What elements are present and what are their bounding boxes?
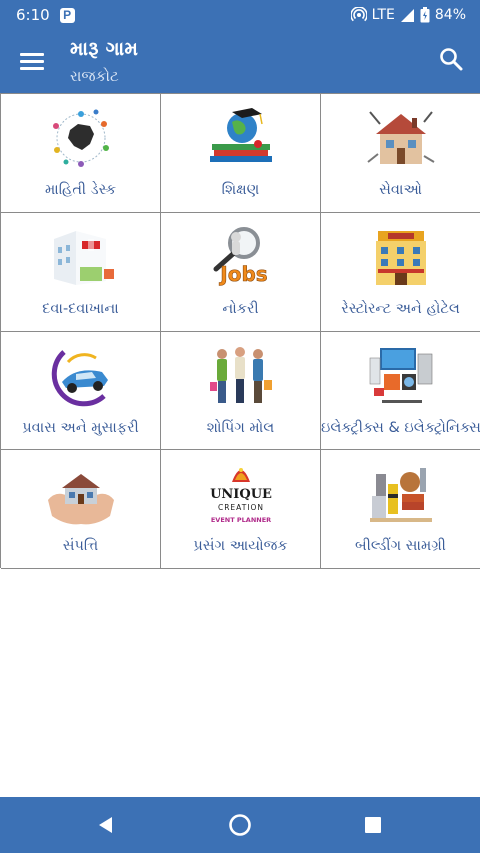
travel-icon <box>51 349 108 406</box>
electronics-icon <box>369 347 433 403</box>
category-label: નોકરી <box>222 300 259 317</box>
category-label: સેવાઓ <box>379 182 422 198</box>
recents-button[interactable] <box>361 813 385 837</box>
network-type: LTE <box>371 7 395 23</box>
jobs-logo-text: Jobs <box>218 262 267 286</box>
event-brand-line1: UNIQUE <box>210 487 272 502</box>
search-button[interactable] <box>438 46 464 72</box>
restaurant-hotel-icon <box>376 230 426 285</box>
building-material-icon <box>370 468 432 523</box>
jobs-icon: Jobs <box>213 226 268 286</box>
category-shopping-mall[interactable]: શોપિંગ મોલ <box>161 331 321 451</box>
hotspot-icon <box>350 7 367 22</box>
shopping-mall-icon <box>210 346 272 403</box>
category-event-planner[interactable]: UNIQUE CREATION EVENT PLANNER પ્રસંગ આયો… <box>161 450 321 569</box>
battery-icon <box>420 7 430 23</box>
category-jobs[interactable]: Jobs નોકરી <box>161 212 321 332</box>
app-title: મારૂ ગામ <box>70 38 139 60</box>
recents-icon <box>365 817 381 833</box>
home-button[interactable] <box>228 813 252 837</box>
app-subtitle: રાજકોટ <box>70 67 119 85</box>
battery-percent: 84% <box>434 7 466 23</box>
status-time: 6:10 <box>16 6 50 24</box>
category-property[interactable]: સંપત્તિ <box>1 450 161 569</box>
parking-app-icon: P <box>59 7 75 23</box>
category-label: માહિતી ડેસ્ક <box>44 182 117 198</box>
back-icon <box>99 817 112 833</box>
category-label: રેસ્ટોરન્ટ અને હોટેલ <box>341 300 460 317</box>
category-label: બીલ્ડીંગ સામગ્રી <box>355 538 446 555</box>
category-label: શોપિંગ મોલ <box>206 419 275 436</box>
category-services[interactable]: સેવાઓ <box>321 94 480 213</box>
category-label: દવા-દવાખાના <box>42 300 119 317</box>
category-label: ઇલેક્ટ્રીક્સ & ઇલેક્ટ્રોનિક્સ <box>321 419 480 436</box>
event-brand-line2: CREATION <box>218 503 264 512</box>
category-hospital[interactable]: દવા-દવાખાના <box>1 212 161 332</box>
category-label: પ્રવાસ અને મુસાફરી <box>22 419 139 436</box>
category-label: શિક્ષણ <box>221 182 260 198</box>
property-icon <box>48 474 114 525</box>
category-label: સંપત્તિ <box>62 538 99 555</box>
home-icon <box>229 814 251 836</box>
category-info-desk[interactable]: માહિતી ડેસ્ક <box>1 94 161 213</box>
search-icon <box>440 48 463 71</box>
category-restaurant-hotel[interactable]: રેસ્ટોરન્ટ અને હોટેલ <box>321 212 480 332</box>
category-label: પ્રસંગ આયોજક <box>193 538 288 555</box>
event-planner-icon: UNIQUE CREATION EVENT PLANNER <box>210 468 272 524</box>
back-button[interactable] <box>94 813 118 837</box>
category-electronics[interactable]: ઇલેક્ટ્રીક્સ & ઇલેક્ટ્રોનિક્સ <box>321 331 480 451</box>
category-grid: માહિતી ડેસ્ક શિક્ષણ સેવાઓ દવા-દવાખાના Jo… <box>0 93 480 569</box>
category-education[interactable]: શિક્ષણ <box>161 94 321 213</box>
system-nav-bar <box>0 797 480 853</box>
education-icon <box>210 108 272 162</box>
signal-icon <box>400 8 414 22</box>
category-travel[interactable]: પ્રવાસ અને મુસાફરી <box>1 331 161 451</box>
event-brand-line3: EVENT PLANNER <box>211 516 271 524</box>
category-building-material[interactable]: બીલ્ડીંગ સામગ્રી <box>321 450 480 569</box>
services-icon <box>367 111 435 164</box>
status-bar: 6:10 P LTE 84% <box>0 0 480 30</box>
menu-button[interactable] <box>20 51 46 71</box>
hospital-icon <box>54 230 114 285</box>
app-bar: મારૂ ગામ રાજકોટ <box>0 30 480 93</box>
info-desk-icon <box>53 109 109 167</box>
